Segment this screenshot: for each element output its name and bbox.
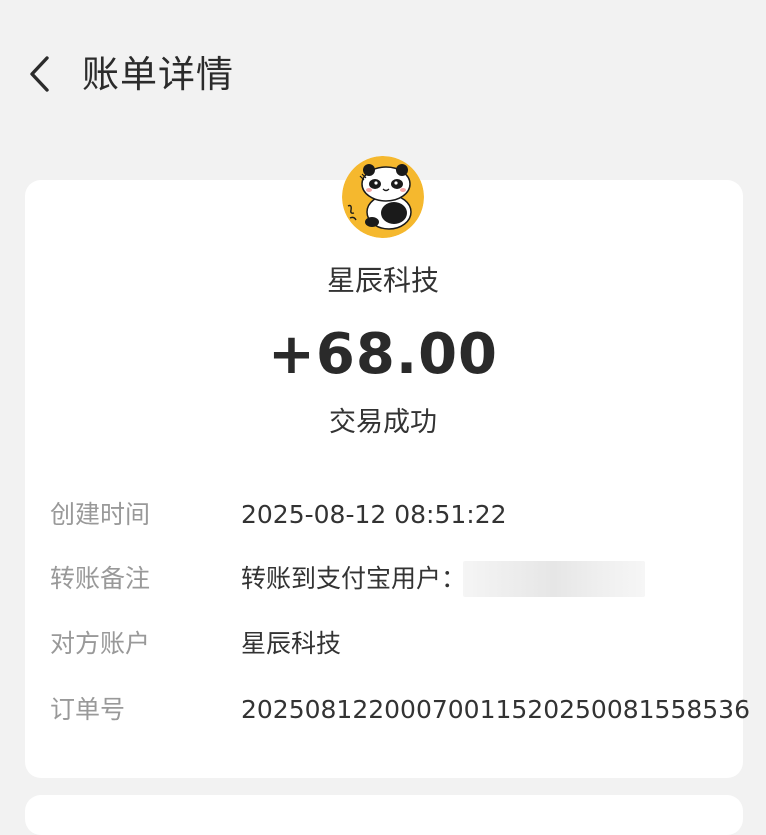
detail-row-created-time: 创建时间 2025-08-12 08:51:22 — [0, 495, 766, 535]
detail-label: 创建时间 — [50, 500, 151, 529]
detail-row-counterparty: 对方账户 星辰科技 — [0, 624, 766, 664]
page-title: 账单详情 — [82, 53, 234, 96]
detail-value: 转账到支付宝用户： — [241, 564, 467, 593]
panda-avatar-icon — [342, 156, 424, 238]
chevron-left-icon — [30, 56, 49, 92]
detail-value: 星辰科技 — [241, 629, 342, 658]
detail-row-order-number: 订单号 20250812200070011520250081558536 — [0, 690, 766, 730]
next-card — [25, 795, 743, 835]
detail-label: 订单号 — [50, 695, 126, 724]
detail-value: 2025-08-12 08:51:22 — [241, 500, 507, 529]
merchant-name: 星辰科技 — [326, 264, 439, 297]
transaction-status: 交易成功 — [329, 407, 437, 438]
detail-label: 转账备注 — [50, 564, 151, 593]
redacted-mask — [463, 561, 645, 597]
transaction-amount: +68.00 — [267, 322, 499, 387]
top-nav-bar: 账单详情 — [0, 0, 766, 150]
detail-label: 对方账户 — [50, 629, 151, 658]
detail-row-transfer-note: 转账备注 转账到支付宝用户： — [0, 559, 766, 599]
merchant-avatar — [342, 156, 424, 238]
detail-value[interactable]: 20250812200070011520250081558536 — [241, 690, 750, 730]
back-button[interactable] — [18, 52, 62, 96]
